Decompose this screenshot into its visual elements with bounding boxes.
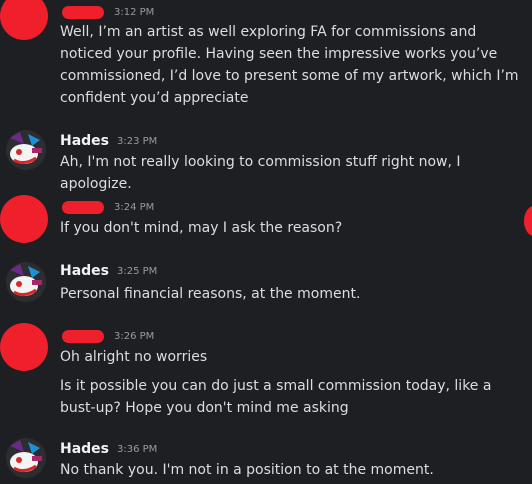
message-header: 3:12 PM (60, 2, 154, 22)
message-text: Well, I’m an artist as well exploring FA… (60, 24, 519, 106)
hades-avatar-icon[interactable] (6, 438, 46, 478)
message-text: Is it possible you can do just a small c… (60, 378, 492, 416)
message-header: 3:24 PM (60, 197, 154, 217)
username[interactable]: Hades (60, 441, 109, 457)
timestamp: 3:26 PM (114, 330, 155, 342)
timestamp: 3:36 PM (117, 443, 158, 455)
message-text: Ah, I'm not really looking to commission… (60, 154, 461, 192)
username[interactable]: Hades (60, 133, 109, 149)
hades-avatar-icon[interactable] (6, 262, 46, 302)
redacted-username (62, 5, 104, 19)
timestamp: 3:23 PM (117, 135, 158, 147)
timestamp: 3:25 PM (117, 265, 158, 277)
message-text: No thank you. I'm not in a position to a… (60, 462, 434, 478)
timestamp: 3:12 PM (114, 6, 155, 18)
timestamp: 3:24 PM (114, 201, 155, 213)
message-text: Personal financial reasons, at the momen… (60, 286, 361, 302)
redacted-avatar-icon[interactable] (0, 0, 48, 40)
username[interactable]: Hades (60, 263, 109, 279)
message-header: Hades 3:25 PM (60, 261, 157, 281)
redacted-username (62, 200, 104, 214)
message-header: 3:26 PM (60, 326, 154, 346)
message-header: Hades 3:23 PM (60, 131, 157, 151)
message-text: If you don't mind, may I ask the reason? (60, 220, 343, 236)
chat-log: 3:12 PM Well, I’m an artist as well expl… (0, 0, 532, 484)
redacted-avatar-icon[interactable] (0, 323, 48, 371)
redacted-username (62, 329, 104, 343)
message-text: Oh alright no worries (60, 349, 208, 365)
redacted-avatar-icon[interactable] (0, 195, 48, 243)
message-header: Hades 3:36 PM (60, 439, 157, 459)
hades-avatar-icon[interactable] (6, 130, 46, 170)
